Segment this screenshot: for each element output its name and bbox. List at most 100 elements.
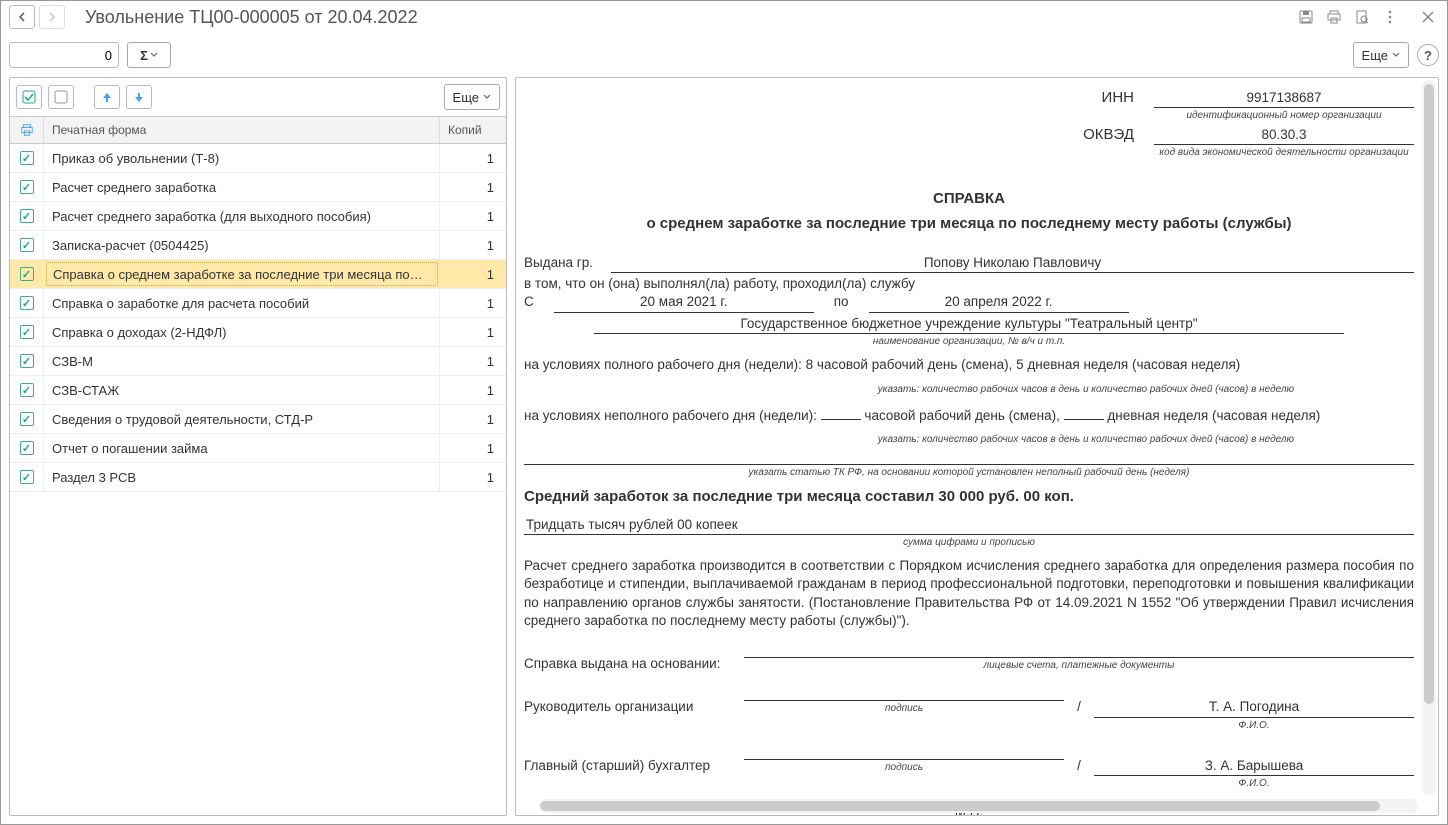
okved-caption: код вида экономической деятельности орга… [1154, 146, 1414, 160]
line-work: в том, что он (она) выполнял(ла) работу,… [524, 275, 1414, 293]
horizontal-scrollbar[interactable] [540, 799, 1418, 813]
chevron-down-icon [150, 51, 158, 59]
form-row[interactable]: ✓ Приказ об увольнении (Т-8)1 [10, 144, 506, 173]
form-copies[interactable]: 1 [440, 231, 506, 259]
more-button-top[interactable]: Еще [1353, 42, 1409, 68]
tk-caption: указать статью ТК РФ, на основании котор… [524, 466, 1414, 480]
form-name: Записка-расчет (0504425) [44, 231, 440, 259]
checkbox[interactable]: ✓ [20, 151, 34, 165]
column-form-name[interactable]: Печатная форма [44, 117, 440, 143]
checkbox[interactable]: ✓ [20, 296, 34, 310]
form-name: Сведения о трудовой деятельности, СТД-Р [44, 405, 440, 433]
slash: / [1074, 698, 1084, 716]
checkbox[interactable]: ✓ [20, 441, 34, 455]
form-row[interactable]: ✓Раздел 3 РСВ1 [10, 463, 506, 492]
form-copies[interactable]: 1 [440, 434, 506, 462]
vertical-scrollbar[interactable] [1422, 80, 1436, 795]
form-name: Справка о среднем заработке за последние… [46, 262, 438, 286]
nav-forward-button[interactable] [39, 5, 65, 29]
acc-label: Главный (старший) бухгалтер [524, 757, 734, 775]
checkbox[interactable]: ✓ [20, 383, 34, 397]
average-words: Тридцать тысяч рублей 00 копеек [524, 516, 1414, 535]
form-name: Справка о заработке для расчета пособий [44, 289, 440, 317]
acc-fio: З. А. Барышева [1094, 757, 1414, 776]
form-row[interactable]: ✓ СЗВ-М1 [10, 347, 506, 376]
save-icon[interactable] [1295, 6, 1317, 28]
checkbox[interactable]: ✓ [20, 180, 34, 194]
checkbox[interactable]: ✓ [20, 325, 34, 339]
form-row[interactable]: ✓ Записка-расчет (0504425)1 [10, 231, 506, 260]
more-button-left[interactable]: Еще [444, 84, 500, 110]
kebab-menu-icon[interactable] [1379, 6, 1401, 28]
form-row[interactable]: ✓ Сведения о трудовой деятельности, СТД-Р… [10, 405, 506, 434]
doc-title-2: о среднем заработке за последние три мес… [524, 214, 1414, 234]
legal-text: Расчет среднего заработка производится в… [524, 557, 1414, 630]
form-row[interactable]: ✓ Расчет среднего заработка1 [10, 173, 506, 202]
sign-caption: подпись [744, 702, 1064, 716]
form-row[interactable]: ✓ Расчет среднего заработка (для выходног… [10, 202, 506, 231]
form-row[interactable]: ✓Отчет о погашении займа1 [10, 434, 506, 463]
form-copies[interactable]: 1 [440, 202, 506, 230]
form-copies[interactable]: 1 [440, 289, 506, 317]
sigma-icon: Σ [140, 48, 148, 63]
checkbox[interactable]: ✓ [20, 412, 34, 426]
form-name: СЗВ-СТАЖ [44, 376, 440, 404]
move-down-button[interactable] [126, 85, 152, 109]
fio-caption: Ф.И.О. [1094, 777, 1414, 791]
parttime-caption: указать: количество рабочих часов в день… [524, 433, 1294, 447]
form-row[interactable]: ✓ Справка о доходах (2-НДФЛ)1 [10, 318, 506, 347]
form-row[interactable]: ✓ Справка о заработке для расчета пособий… [10, 289, 506, 318]
form-copies[interactable]: 1 [440, 260, 506, 288]
form-copies[interactable]: 1 [440, 463, 506, 491]
form-name: Расчет среднего заработка (для выходного… [44, 202, 440, 230]
checkbox[interactable]: ✓ [20, 209, 34, 223]
nav-back-button[interactable] [9, 5, 35, 29]
average-caption: сумма цифрами и прописью [524, 536, 1414, 550]
to-label: по [834, 293, 849, 311]
chevron-down-icon [1392, 51, 1400, 59]
help-button[interactable]: ? [1417, 44, 1439, 66]
doc-title-1: СПРАВКА [524, 189, 1414, 209]
checkbox[interactable]: ✓ [20, 267, 34, 281]
uncheck-all-button[interactable] [48, 85, 74, 109]
to-date: 20 апреля 2022 г. [869, 293, 1129, 312]
form-copies[interactable]: 1 [440, 144, 506, 172]
parttime-prefix: на условиях неполного рабочего дня (неде… [524, 408, 821, 423]
close-icon[interactable] [1417, 6, 1439, 28]
sum-field[interactable] [9, 42, 119, 68]
form-copies[interactable]: 1 [440, 173, 506, 201]
preview-icon[interactable] [1351, 6, 1373, 28]
form-copies[interactable]: 1 [440, 347, 506, 375]
more-label: Еще [1362, 48, 1388, 63]
from-label: С [524, 293, 534, 311]
form-name: Справка о доходах (2-НДФЛ) [44, 318, 440, 346]
form-row[interactable]: ✓ Справка о среднем заработке за последни… [10, 260, 506, 289]
chevron-down-icon [483, 93, 491, 101]
basis-caption: лицевые счета, платежные документы [744, 659, 1414, 673]
form-name: Расчет среднего заработка [44, 173, 440, 201]
okved-label: ОКВЭД [1083, 125, 1134, 145]
from-date: 20 мая 2021 г. [554, 293, 814, 312]
checkbox[interactable]: ✓ [20, 470, 34, 484]
print-icon[interactable] [1323, 6, 1345, 28]
move-up-button[interactable] [94, 85, 120, 109]
form-name: СЗВ-М [44, 347, 440, 375]
fulltime-line: на условиях полного рабочего дня (недели… [524, 356, 1414, 374]
slash: / [1074, 757, 1084, 775]
inn-caption: идентификационный номер организации [1154, 109, 1414, 123]
org-caption: наименование организации, № в/ч и т.п. [524, 335, 1414, 349]
checkbox[interactable]: ✓ [20, 354, 34, 368]
form-copies[interactable]: 1 [440, 376, 506, 404]
form-name: Приказ об увольнении (Т-8) [44, 144, 440, 172]
sign-caption: подпись [744, 761, 1064, 775]
head-fio: Т. А. Погодина [1094, 698, 1414, 717]
checkbox[interactable]: ✓ [20, 238, 34, 252]
form-copies[interactable]: 1 [440, 405, 506, 433]
form-copies[interactable]: 1 [440, 318, 506, 346]
column-copies[interactable]: Копий [440, 117, 506, 143]
form-row[interactable]: ✓ СЗВ-СТАЖ1 [10, 376, 506, 405]
more-label: Еще [453, 90, 479, 105]
check-all-button[interactable] [16, 85, 42, 109]
sigma-button[interactable]: Σ [127, 42, 171, 68]
print-icon[interactable] [10, 117, 44, 143]
